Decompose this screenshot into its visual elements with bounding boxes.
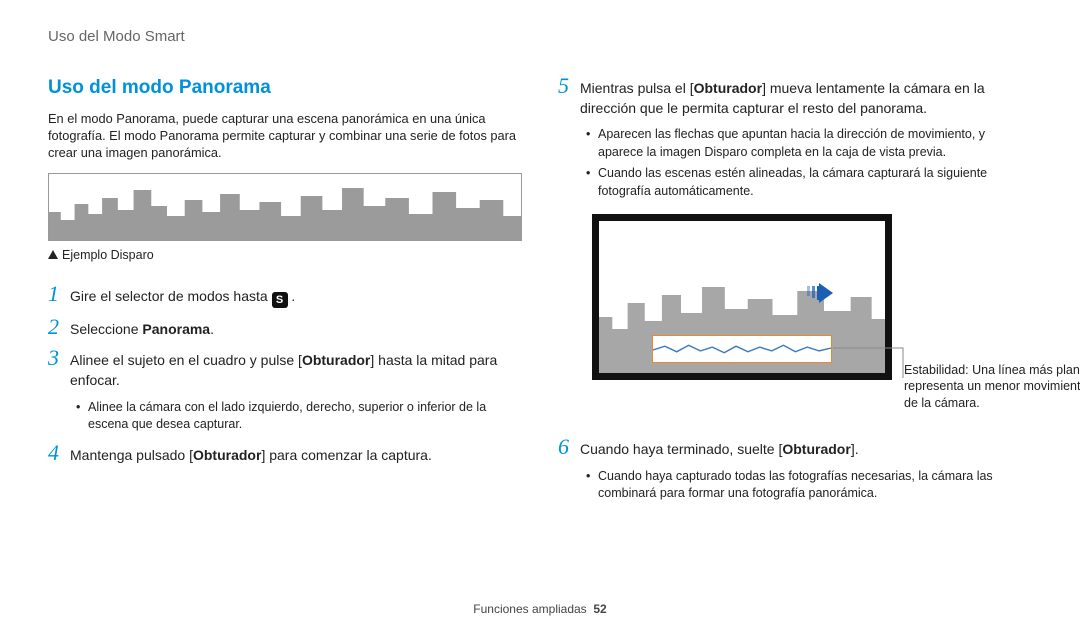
mode-dial-icon: S — [272, 292, 288, 308]
step-1: 1 Gire el selector de modos hasta S . — [48, 283, 522, 308]
stability-callout: Estabilidad: Una línea más plana represe… — [904, 362, 1080, 411]
step-number: 5 — [558, 75, 580, 97]
page-footer: Funciones ampliadas 52 — [0, 601, 1080, 618]
breadcrumb: Uso del Modo Smart — [48, 26, 1032, 47]
step-3-bullets: Alinee la cámara con el lado izquierdo, … — [76, 399, 522, 434]
preview-strip — [652, 335, 832, 363]
step-number: 4 — [48, 442, 70, 464]
step-4: 4 Mantenga pulsado [Obturador] para come… — [48, 442, 522, 466]
step-5-bullets: Aparecen las flechas que apuntan hacia l… — [586, 126, 1032, 200]
triangle-up-icon — [48, 250, 58, 259]
left-column: Uso del modo Panorama En el modo Panoram… — [48, 75, 522, 511]
panorama-example-image — [48, 173, 522, 241]
direction-arrow-icon — [807, 283, 833, 303]
step-number: 6 — [558, 436, 580, 458]
page-number: 52 — [593, 602, 606, 616]
example-caption: Ejemplo Disparo — [48, 247, 522, 265]
intro-text: En el modo Panorama, puede capturar una … — [48, 110, 522, 162]
step-6: 6 Cuando haya terminado, suelte [Obturad… — [558, 436, 1032, 460]
step-number: 1 — [48, 283, 70, 305]
step-2: 2 Seleccione Panorama. — [48, 316, 522, 340]
step-5: 5 Mientras pulsa el [Obturador] mueva le… — [558, 75, 1032, 118]
step-number: 2 — [48, 316, 70, 338]
section-heading: Uso del modo Panorama — [48, 75, 522, 102]
camera-screen-diagram: Estabilidad: Una línea más plana represe… — [592, 214, 1032, 380]
step-number: 3 — [48, 347, 70, 369]
step-6-bullets: Cuando haya capturado todas las fotograf… — [586, 468, 1032, 503]
step-3: 3 Alinee el sujeto en el cuadro y pulse … — [48, 347, 522, 390]
right-column: 5 Mientras pulsa el [Obturador] mueva le… — [558, 75, 1032, 511]
